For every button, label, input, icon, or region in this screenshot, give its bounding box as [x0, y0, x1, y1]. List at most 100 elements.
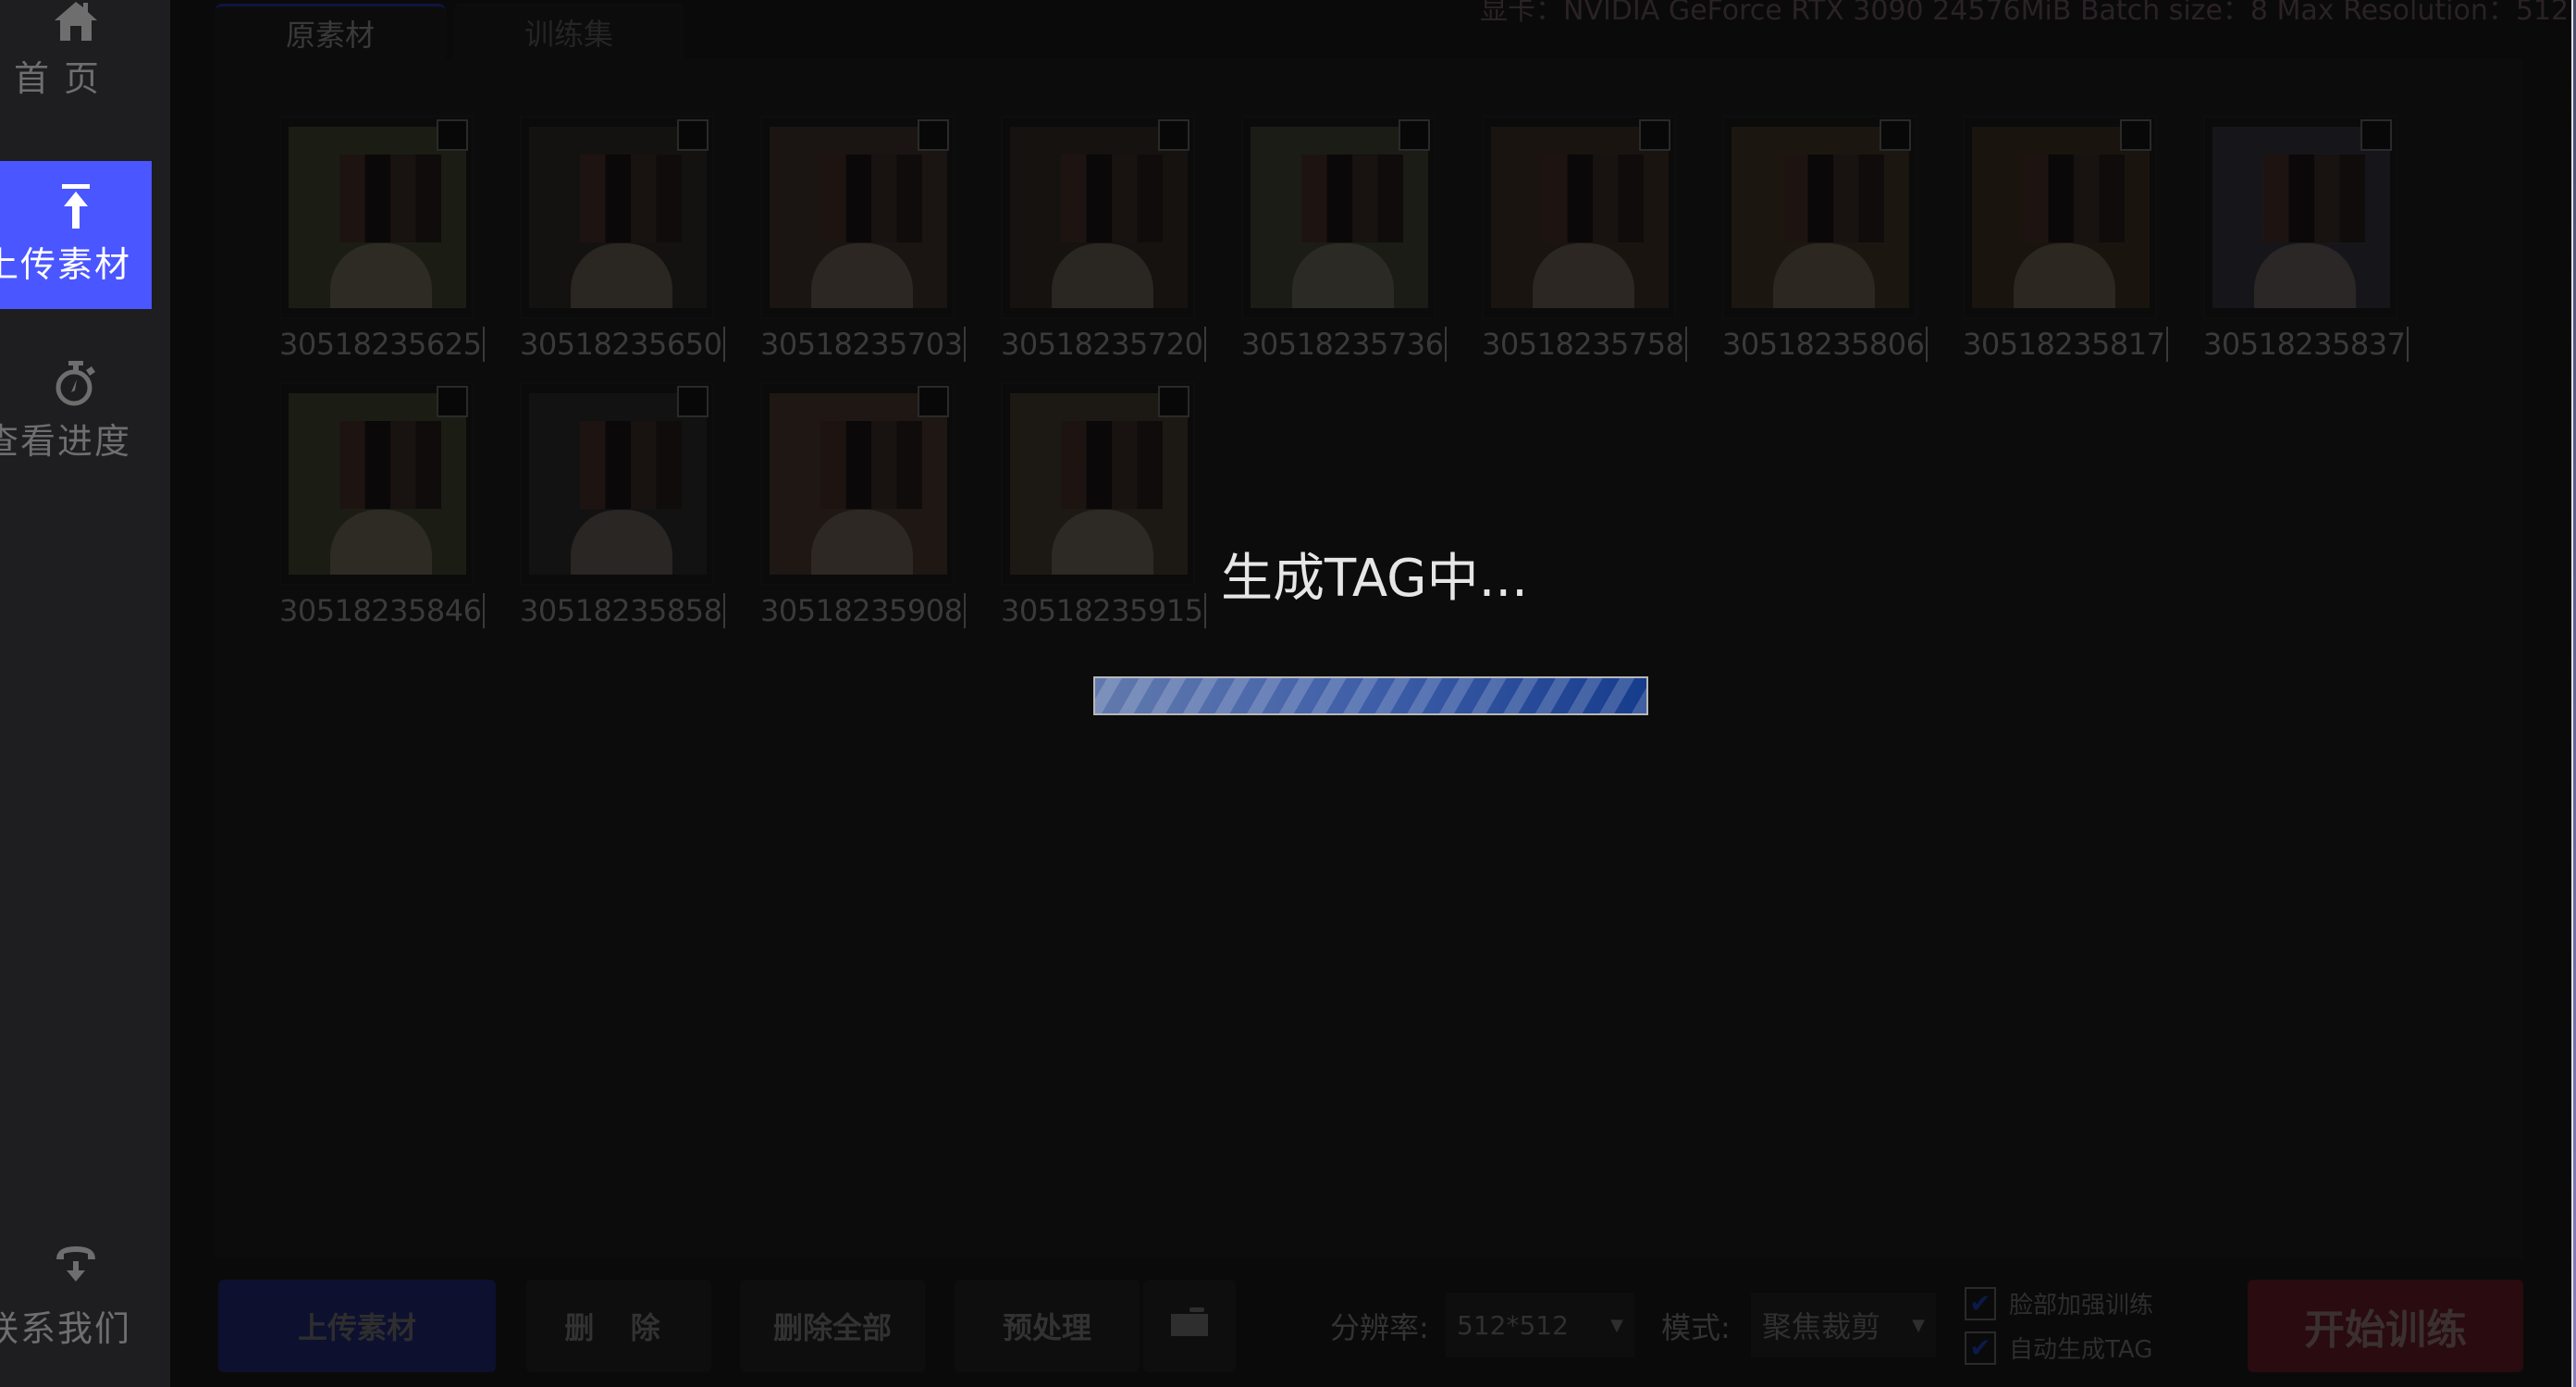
thumbnail-checkbox[interactable] [918, 386, 949, 417]
thumbnail-frame[interactable] [1001, 116, 1195, 319]
window-edge [2571, 0, 2576, 1387]
thumbnail-item[interactable]: 30518235915.jpg [1001, 382, 1206, 628]
thumbnail-image [1251, 127, 1428, 308]
thumbnail-item[interactable]: 30518235703.jpg [760, 116, 966, 362]
thumbnail-filename: 30518235703.jpg [760, 327, 966, 362]
thumbnail-filename: 30518235736.jpg [1241, 327, 1447, 362]
resolution-select[interactable]: 512*512 ▼ [1446, 1293, 1634, 1357]
sidebar-item-label: 查看进度 [0, 421, 131, 462]
chevron-down-icon: ▼ [1912, 1315, 1925, 1335]
thumbnail-image [529, 393, 707, 575]
thumbnail-frame[interactable] [1241, 116, 1436, 319]
progress-bar [1093, 676, 1648, 715]
start-training-button[interactable]: 开始训练 [2248, 1280, 2523, 1372]
thumbnail-image [289, 393, 466, 575]
upload-materials-button[interactable]: 上传素材 [218, 1280, 496, 1372]
resolution-value: 512*512 [1457, 1309, 1569, 1341]
thumbnail-image [770, 393, 947, 575]
sidebar-item-progress[interactable]: 查看进度 [0, 361, 152, 490]
thumbnail-image [770, 127, 947, 308]
sidebar-item-label: 首 页 [13, 58, 102, 99]
thumbnail-item[interactable]: 30518235758.jpg [1482, 116, 1687, 362]
face-enhance-checkbox[interactable]: ✔ 脸部加强训练 [1965, 1286, 2153, 1320]
sidebar-item-label: 联系我们 [0, 1308, 131, 1349]
thumbnail-checkbox[interactable] [437, 386, 468, 417]
resolution-label: 分辨率: [1330, 1310, 1429, 1345]
thumbnail-checkbox[interactable] [1158, 119, 1189, 151]
thumbnail-frame[interactable] [1963, 116, 2157, 319]
thumbnail-filename: 30518235758.jpg [1482, 327, 1687, 362]
thumbnail-image [1010, 393, 1188, 575]
checkbox-box[interactable]: ✔ [1965, 1331, 1996, 1365]
thumbnail-filename: 30518235720.jpg [1001, 327, 1206, 362]
folder-icon [1171, 1307, 1208, 1344]
thumbnail-frame[interactable] [1722, 116, 1917, 319]
thumbnail-checkbox[interactable] [437, 119, 468, 151]
sidebar-item-contact[interactable]: 联系我们 [0, 1245, 152, 1365]
chevron-down-icon: ▼ [1610, 1315, 1623, 1335]
thumbnail-item[interactable]: 30518235806.jpg [1722, 116, 1928, 362]
checkbox-box[interactable]: ✔ [1965, 1286, 1996, 1320]
thumbnail-checkbox[interactable] [677, 386, 709, 417]
tab-training-set[interactable]: 训练集 [453, 4, 684, 59]
delete-button[interactable]: 删 除 [526, 1280, 711, 1372]
thumbnail-item[interactable]: 30518235720.jpg [1001, 116, 1206, 362]
phone-icon [55, 1245, 97, 1285]
thumbnail-image [1491, 127, 1669, 308]
thumbnail-filename: 30518235625.jpg [279, 327, 485, 362]
thumbnail-frame[interactable] [760, 116, 955, 319]
thumbnail-filename: 30518235915.jpg [1001, 593, 1206, 628]
thumbnail-item[interactable]: 30518235650.jpg [520, 116, 725, 362]
open-folder-button[interactable] [1143, 1280, 1236, 1372]
thumbnail-item[interactable]: 30518235908.jpg [760, 382, 966, 628]
thumbnail-frame[interactable] [279, 116, 474, 319]
thumbnail-item[interactable]: 30518235837.jpg [2203, 116, 2409, 362]
thumbnail-filename: 30518235817.jpg [1963, 327, 2168, 362]
thumbnail-frame[interactable] [520, 116, 714, 319]
stopwatch-icon [55, 361, 97, 407]
thumbnail-checkbox[interactable] [2120, 119, 2151, 151]
loading-status-text: 生成TAG中... [1221, 549, 1528, 609]
thumbnail-filename: 30518235908.jpg [760, 593, 966, 628]
mode-value: 聚焦裁剪 [1762, 1309, 1881, 1344]
mode-select[interactable]: 聚焦裁剪 ▼ [1751, 1293, 1936, 1357]
tab-raw-materials[interactable]: 原素材 [215, 4, 446, 59]
sidebar-item-home[interactable]: 首 页 [0, 0, 152, 111]
thumbnail-frame[interactable] [1001, 382, 1195, 586]
thumbnail-checkbox[interactable] [1158, 386, 1189, 417]
thumbnail-item[interactable]: 30518235858.jpg [520, 382, 725, 628]
sidebar-item-upload[interactable]: 上传素材 [0, 161, 152, 309]
face-enhance-label: 脸部加强训练 [2009, 1292, 2154, 1319]
thumbnail-frame[interactable] [279, 382, 474, 586]
thumbnail-item[interactable]: 30518235736.jpg [1241, 116, 1447, 362]
thumbnail-image [529, 127, 707, 308]
thumbnail-filename: 30518235846.jpg [279, 593, 485, 628]
thumbnail-frame[interactable] [760, 382, 955, 586]
thumbnail-checkbox[interactable] [1880, 119, 1911, 151]
auto-tag-checkbox[interactable]: ✔ 自动生成TAG [1965, 1331, 2152, 1365]
delete-all-button[interactable]: 删除全部 [740, 1280, 925, 1372]
thumbnail-image [2212, 127, 2390, 308]
check-icon: ✔ [1969, 1288, 1991, 1319]
app-window: 首 页 上传素材 查看进度 联系我们 显卡：NVIDIA GeForce RTX… [0, 0, 2576, 1387]
thumbnail-image [1010, 127, 1188, 308]
thumbnail-frame[interactable] [1482, 116, 1676, 319]
thumbnail-frame[interactable] [520, 382, 714, 586]
home-icon [53, 0, 99, 43]
preprocess-button[interactable]: 预处理 [955, 1280, 1140, 1372]
thumbnail-checkbox[interactable] [1639, 119, 1670, 151]
thumbnail-image [1732, 127, 1909, 308]
thumbnail-checkbox[interactable] [2360, 119, 2392, 151]
thumbnail-filename: 30518235806.jpg [1722, 327, 1928, 362]
sidebar-item-label: 上传素材 [0, 243, 131, 285]
auto-tag-label: 自动生成TAG [2009, 1336, 2153, 1364]
thumbnail-frame[interactable] [2203, 116, 2397, 319]
thumbnail-checkbox[interactable] [1399, 119, 1430, 151]
thumbnail-checkbox[interactable] [918, 119, 949, 151]
thumbnail-item[interactable]: 30518235846.jpg [279, 382, 485, 628]
thumbnail-item[interactable]: 30518235625.jpg [279, 116, 485, 362]
thumbnail-checkbox[interactable] [677, 119, 709, 151]
thumbnail-filename: 30518235858.jpg [520, 593, 725, 628]
thumbnail-item[interactable]: 30518235817.jpg [1963, 116, 2168, 362]
upload-icon [60, 183, 92, 230]
